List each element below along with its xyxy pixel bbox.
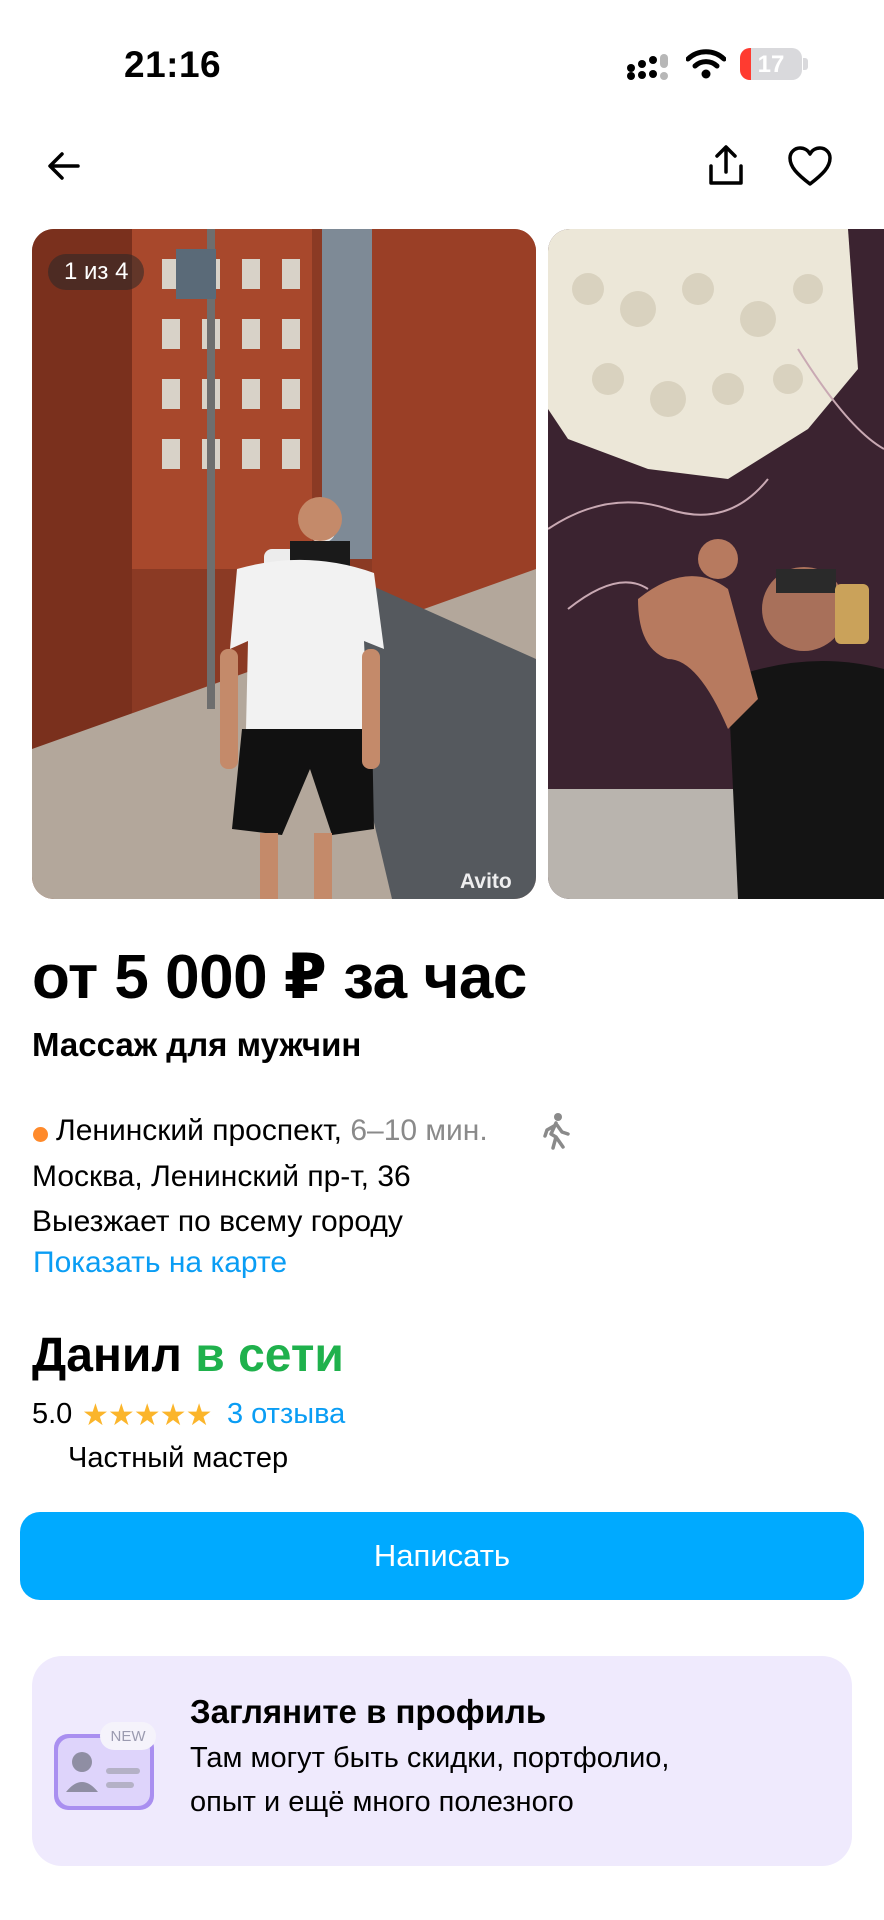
promo-text-line-1: Там могут быть скидки, портфолио, <box>190 1742 670 1774</box>
listing-title: Массаж для мужчин <box>32 1026 362 1063</box>
share-button[interactable] <box>700 140 752 192</box>
metro-distance: 6–10 мин. <box>350 1114 488 1147</box>
back-button[interactable] <box>38 140 90 192</box>
battery-icon: 17 <box>740 48 802 80</box>
reviews-link[interactable]: 3 отзыва <box>227 1398 345 1431</box>
share-icon <box>709 145 743 185</box>
rating-value: 5.0 <box>32 1398 73 1430</box>
signal-icon <box>627 54 668 80</box>
gallery-photo-1[interactable] <box>32 229 536 899</box>
travel-note: Выезжает по всему городу <box>32 1205 403 1238</box>
show-on-map-link[interactable]: Показать на карте <box>33 1246 287 1280</box>
profile-card-icon: NEW <box>54 1722 156 1810</box>
battery-cap <box>803 58 808 70</box>
write-button[interactable]: Написать <box>20 1512 864 1600</box>
heart-icon <box>788 146 832 186</box>
wifi-icon <box>686 49 726 79</box>
metro-info: Ленинский проспект, 6–10 мин. <box>56 1114 488 1148</box>
walking-icon <box>543 1113 570 1150</box>
promo-text-line-2: опыт и ещё много полезного <box>190 1786 574 1818</box>
seller-type: Частный мастер <box>68 1442 289 1474</box>
gallery-counter: 1 из 4 <box>48 254 145 290</box>
price: от 5 000 ₽ за час <box>32 943 527 1012</box>
online-status: в сети <box>195 1329 344 1382</box>
back-arrow-icon <box>48 152 80 180</box>
metro-line-dot <box>33 1127 48 1142</box>
address: Москва, Ленинский пр-т, 36 <box>32 1160 411 1193</box>
seller-name[interactable]: Данил в сети <box>32 1328 344 1383</box>
new-badge: NEW <box>111 1728 147 1745</box>
metro-station: Ленинский проспект, <box>56 1114 342 1147</box>
avito-watermark: Avito <box>460 870 512 893</box>
status-time: 21:16 <box>124 44 222 85</box>
rating-stars: ★★★★★ <box>82 1399 212 1432</box>
seller-name-text: Данил <box>32 1329 182 1382</box>
battery-level: 17 <box>757 51 785 78</box>
gallery-photo-2[interactable] <box>548 229 884 899</box>
favorite-button[interactable] <box>784 140 836 192</box>
promo-title: Загляните в профиль <box>190 1693 547 1730</box>
